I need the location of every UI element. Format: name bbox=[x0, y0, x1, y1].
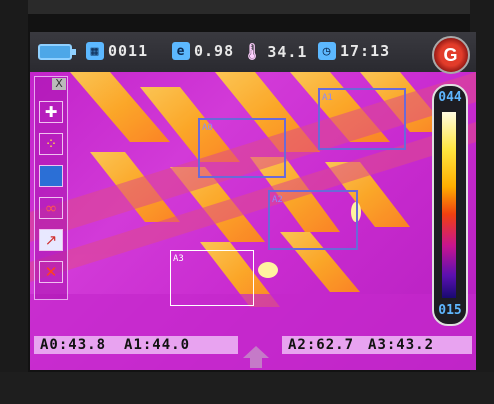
device-bezel-left bbox=[0, 0, 28, 404]
logo-letter: G bbox=[443, 44, 459, 65]
thermal-image bbox=[30, 72, 476, 370]
thermometer-icon: 🌡 bbox=[242, 42, 264, 61]
readout-right: A2:62.7 A3:43.2 bbox=[282, 336, 472, 354]
emissivity-icon: e bbox=[172, 42, 190, 60]
cursor-cross-icon[interactable]: ✚ bbox=[39, 101, 63, 123]
brand-logo[interactable]: G bbox=[432, 36, 470, 74]
emissivity: e 0.98 bbox=[172, 42, 234, 60]
readout-left: A0:43.8 A1:44.0 bbox=[34, 336, 238, 354]
thermal-screen: ▦ 0011 e 0.98 🌡 34.1 ◷ 17:13 G X ✚ ⁘ ∞ ↗… bbox=[30, 32, 476, 370]
chart-icon[interactable]: ↗ bbox=[39, 229, 63, 251]
scale-max: 044 bbox=[438, 90, 462, 105]
roi-a1[interactable]: A1 bbox=[318, 88, 406, 150]
multi-point-icon[interactable]: ⁘ bbox=[39, 133, 63, 155]
temperature-scale: 044 015 bbox=[432, 84, 468, 326]
roi-a0[interactable]: A0 bbox=[198, 118, 286, 178]
clock: ◷ 17:13 bbox=[318, 42, 390, 60]
folder-count: ▦ 0011 bbox=[86, 42, 148, 60]
expand-up-arrow-icon[interactable] bbox=[243, 346, 269, 358]
status-bar: ▦ 0011 e 0.98 🌡 34.1 ◷ 17:13 G bbox=[30, 32, 476, 74]
roi-a3[interactable]: A3 bbox=[170, 250, 254, 306]
delete-icon[interactable]: ✕ bbox=[39, 261, 63, 283]
readout-a2: A2:62.7 bbox=[288, 337, 355, 353]
area-box-icon[interactable] bbox=[39, 165, 63, 187]
roi-a0-tag: A0 bbox=[202, 123, 213, 133]
tool-palette: X ✚ ⁘ ∞ ↗ ✕ bbox=[34, 76, 68, 300]
readout-a3: A3:43.2 bbox=[368, 337, 435, 353]
scale-gradient bbox=[442, 112, 456, 298]
battery-icon bbox=[38, 44, 76, 60]
ambient-temperature: 🌡 34.1 bbox=[242, 42, 307, 61]
roi-a2[interactable]: A2 bbox=[268, 190, 358, 250]
clock-icon: ◷ bbox=[318, 42, 336, 60]
folder-count-value: 0011 bbox=[108, 42, 149, 60]
readout-a1: A1:44.0 bbox=[124, 337, 191, 353]
expand-up-arrow-stem[interactable] bbox=[250, 358, 262, 368]
folder-icon: ▦ bbox=[86, 42, 104, 60]
scale-min: 015 bbox=[438, 303, 462, 318]
temperature-value: 34.1 bbox=[267, 42, 308, 61]
time-value: 17:13 bbox=[340, 42, 391, 60]
device-bezel-top bbox=[0, 0, 494, 14]
line-tool-icon[interactable]: ∞ bbox=[39, 197, 63, 219]
emissivity-value: 0.98 bbox=[194, 42, 235, 60]
device-bezel-bottom bbox=[0, 372, 494, 404]
close-palette-button[interactable]: X bbox=[52, 78, 66, 90]
roi-a1-tag: A1 bbox=[322, 93, 333, 103]
readout-a0: A0:43.8 bbox=[40, 337, 107, 353]
roi-a3-tag: A3 bbox=[173, 254, 184, 264]
roi-a2-tag: A2 bbox=[272, 195, 283, 205]
